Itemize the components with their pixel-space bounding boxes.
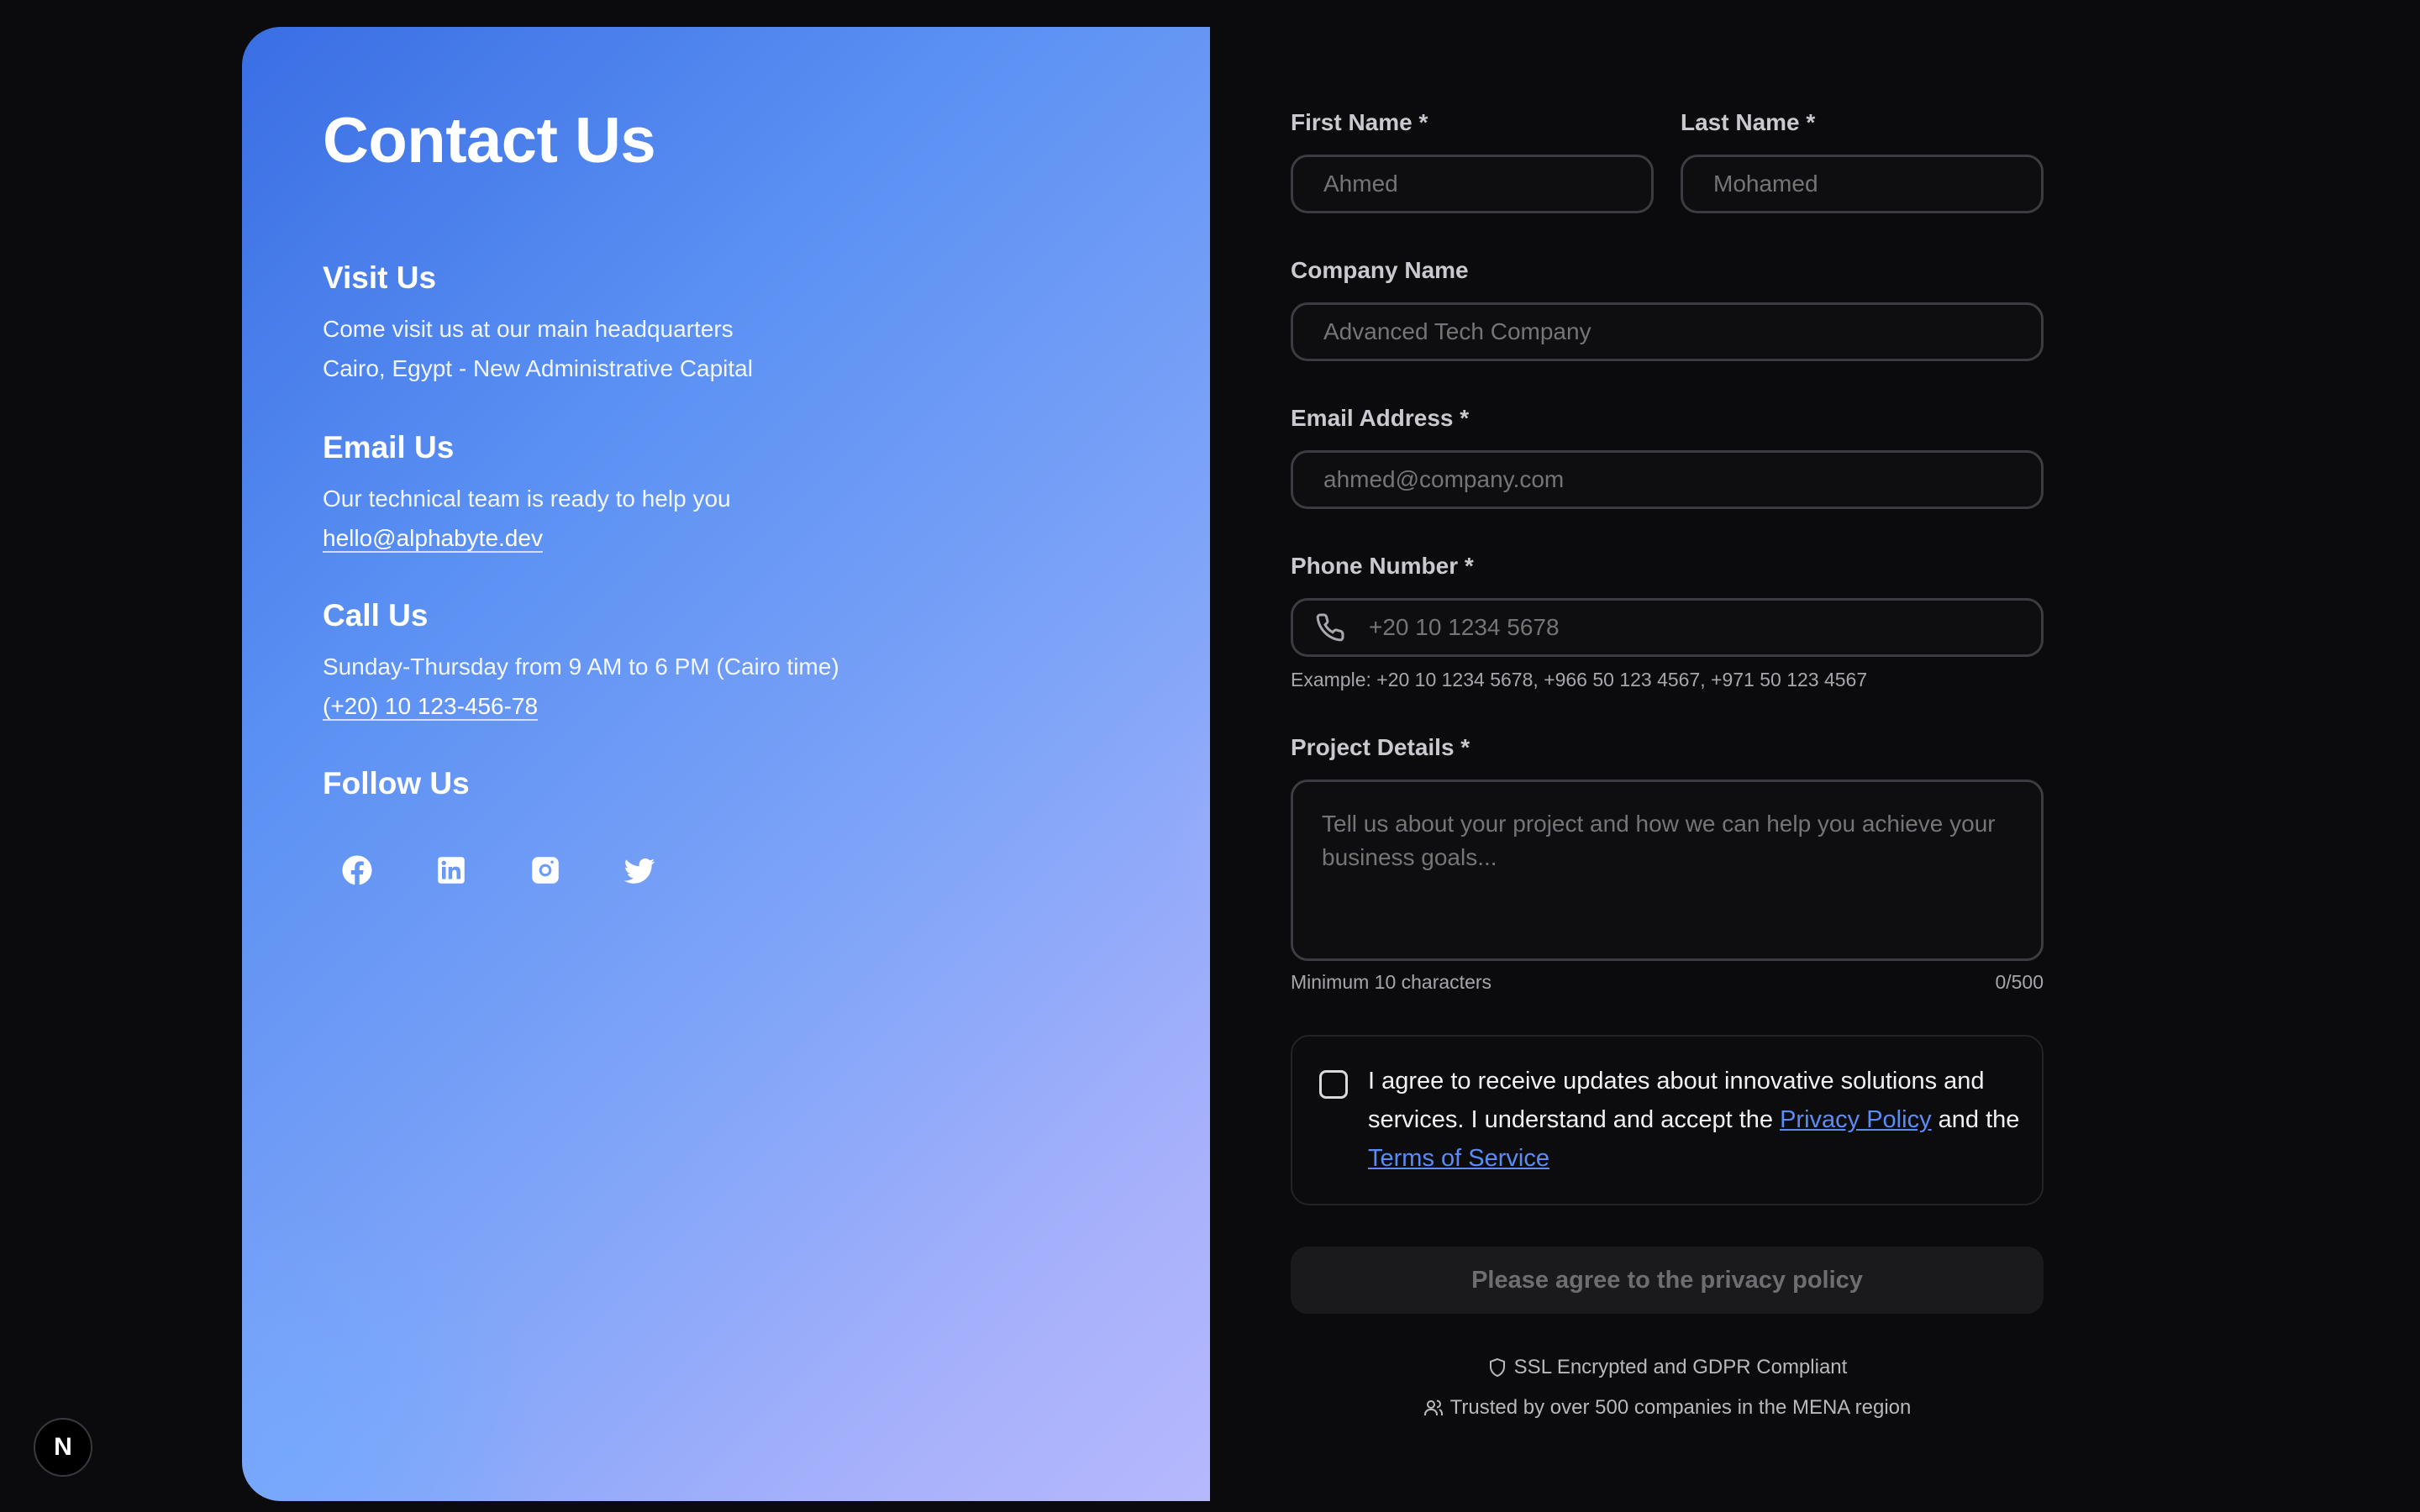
page-title: Contact Us xyxy=(323,105,656,176)
linkedin-icon xyxy=(438,857,465,884)
follow-us-section: Follow Us xyxy=(323,766,470,815)
social-links xyxy=(323,833,699,907)
phone-field[interactable] xyxy=(1291,598,2044,657)
trusted-notice-text: Trusted by over 500 companies in the MEN… xyxy=(1449,1396,1912,1419)
phone-input[interactable] xyxy=(1367,613,2041,642)
email-us-line-1: Our technical team is ready to help you xyxy=(323,486,731,512)
phone-link[interactable]: (+20) 10 123-456-78 xyxy=(323,693,539,721)
email-field[interactable] xyxy=(1291,450,2044,509)
email-link[interactable]: hello@alphabyte.dev xyxy=(323,525,543,553)
ssl-notice: SSL Encrypted and GDPR Compliant xyxy=(1291,1356,2044,1379)
visit-us-line-1: Come visit us at our main headquarters xyxy=(323,316,734,342)
instagram-icon xyxy=(532,857,559,884)
follow-us-heading: Follow Us xyxy=(323,766,470,801)
trusted-notice: Trusted by over 500 companies in the MEN… xyxy=(1291,1396,2044,1420)
consent-text: I agree to receive updates about innovat… xyxy=(1368,1062,2023,1178)
twitter-link[interactable] xyxy=(605,833,699,907)
consent-box: I agree to receive updates about innovat… xyxy=(1291,1035,2044,1205)
phone-label: Phone Number * xyxy=(1291,553,1474,579)
call-us-section: Call Us Sunday-Thursday from 9 AM to 6 P… xyxy=(323,598,839,726)
nextjs-dev-badge[interactable]: N xyxy=(34,1418,92,1477)
email-us-section: Email Us Our technical team is ready to … xyxy=(323,430,731,558)
shield-icon xyxy=(1489,1357,1505,1378)
twitter-icon xyxy=(623,858,655,884)
consent-checkbox[interactable] xyxy=(1319,1070,1348,1099)
call-us-hours: Sunday-Thursday from 9 AM to 6 PM (Cairo… xyxy=(323,654,839,680)
contact-page: Contact Us Visit Us Come visit us at our… xyxy=(0,0,2420,1512)
facebook-icon xyxy=(342,855,372,885)
email-input[interactable] xyxy=(1322,465,2041,494)
phone-hint: Example: +20 10 1234 5678, +966 50 123 4… xyxy=(1291,669,1868,690)
project-min-hint: Minimum 10 characters xyxy=(1291,971,1492,993)
project-details-input[interactable] xyxy=(1322,807,2012,933)
last-name-field[interactable] xyxy=(1681,155,2044,213)
nextjs-logo-icon: N xyxy=(54,1433,72,1461)
phone-icon xyxy=(1315,612,1345,643)
project-details-label: Project Details * xyxy=(1291,734,1470,760)
first-name-input[interactable] xyxy=(1322,170,1651,198)
character-counter: 0/500 xyxy=(1995,971,2044,993)
last-name-input[interactable] xyxy=(1712,170,2041,198)
project-details-field[interactable] xyxy=(1291,780,2044,961)
first-name-label: First Name * xyxy=(1291,109,1428,135)
first-name-field[interactable] xyxy=(1291,155,1654,213)
visit-us-heading: Visit Us xyxy=(323,260,437,295)
email-us-heading: Email Us xyxy=(323,430,455,465)
instagram-link[interactable] xyxy=(511,833,605,907)
company-name-label: Company Name xyxy=(1291,257,1469,283)
users-icon xyxy=(1423,1399,1443,1415)
call-us-heading: Call Us xyxy=(323,598,429,633)
consent-text-mid: and the xyxy=(1931,1106,2020,1133)
email-label: Email Address * xyxy=(1291,405,1470,431)
company-name-field[interactable] xyxy=(1291,302,2044,361)
submit-button[interactable]: Please agree to the privacy policy xyxy=(1291,1247,2044,1314)
terms-of-service-link[interactable]: Terms of Service xyxy=(1368,1145,1549,1172)
last-name-label: Last Name * xyxy=(1681,109,1816,135)
contact-info-panel: Contact Us Visit Us Come visit us at our… xyxy=(242,27,1210,1501)
facebook-link[interactable] xyxy=(323,833,417,907)
visit-us-address: Cairo, Egypt - New Administrative Capita… xyxy=(323,355,753,381)
privacy-policy-link[interactable]: Privacy Policy xyxy=(1780,1106,1932,1133)
ssl-notice-text: SSL Encrypted and GDPR Compliant xyxy=(1513,1356,1848,1378)
visit-us-section: Visit Us Come visit us at our main headq… xyxy=(323,260,753,388)
linkedin-link[interactable] xyxy=(417,833,511,907)
company-name-input[interactable] xyxy=(1322,318,2041,346)
contact-form: First Name * Last Name * Company Name Em… xyxy=(1291,0,2044,1512)
